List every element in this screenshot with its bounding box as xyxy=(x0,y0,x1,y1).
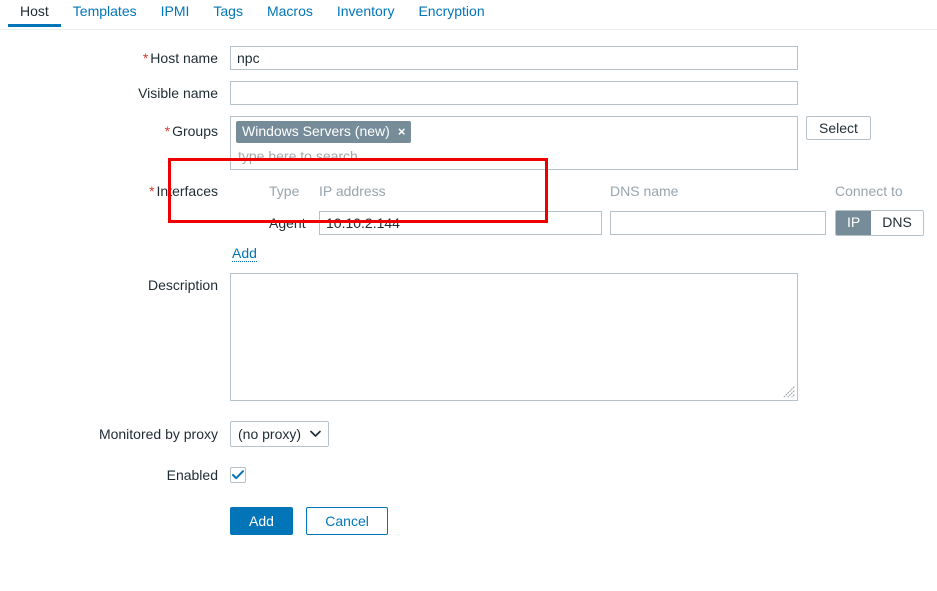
interface-ip-input[interactable] xyxy=(319,211,602,235)
host-name-label-text: Host name xyxy=(150,50,218,66)
monitored-by-proxy-label: Monitored by proxy xyxy=(98,426,218,442)
groups-search-placeholder[interactable]: type here to search xyxy=(236,143,792,166)
host-name-input[interactable] xyxy=(230,46,798,70)
row-groups: * Groups Windows Servers (new) × type her… xyxy=(0,116,937,170)
groups-select-button[interactable]: Select xyxy=(806,116,871,140)
host-configuration-form: *Host name Visible name *Groups Windows … xyxy=(0,30,937,535)
column-header-dns-name: DNS name xyxy=(610,183,679,199)
tab-macros[interactable]: Macros xyxy=(255,0,325,27)
tab-ipmi[interactable]: IPMI xyxy=(149,0,202,27)
interface-dns-input[interactable] xyxy=(610,211,826,235)
row-description: Description xyxy=(0,273,937,404)
tab-tags[interactable]: Tags xyxy=(201,0,255,27)
groups-label-text: Groups xyxy=(172,123,218,139)
host-name-label: * Host name xyxy=(0,46,230,70)
column-header-type: Type xyxy=(269,183,300,199)
row-form-actions: Add Cancel xyxy=(0,507,937,535)
row-monitored-by-proxy: Monitored by proxy (no proxy) xyxy=(0,421,937,447)
groups-multiselect[interactable]: Windows Servers (new) × type here to sea… xyxy=(230,116,798,170)
interface-row: Agent IP DNS xyxy=(230,210,937,236)
chip-remove-icon[interactable]: × xyxy=(398,125,406,138)
interface-type-label: Agent xyxy=(269,215,306,231)
required-asterisk-icon: * xyxy=(149,183,155,199)
interfaces-label: * Interfaces xyxy=(0,179,230,203)
connect-to-option-ip[interactable]: IP xyxy=(836,211,872,235)
group-chip[interactable]: Windows Servers (new) × xyxy=(236,121,412,143)
monitored-by-proxy-select[interactable]: (no proxy) xyxy=(230,421,329,447)
groups-multiselect-wrapper: Windows Servers (new) × type here to sea… xyxy=(230,116,937,170)
group-chip-label: Windows Servers (new) xyxy=(242,123,390,139)
interfaces-label-text: Interfaces xyxy=(156,183,218,199)
enabled-checkbox[interactable] xyxy=(230,467,246,483)
description-textarea[interactable] xyxy=(230,273,798,401)
tab-inventory[interactable]: Inventory xyxy=(325,0,407,27)
column-header-connect-to: Connect to xyxy=(835,183,903,199)
row-visible-name: Visible name xyxy=(0,81,937,105)
visible-name-input[interactable] xyxy=(230,81,798,105)
tab-encryption[interactable]: Encryption xyxy=(406,0,496,27)
connect-to-toggle[interactable]: IP DNS xyxy=(835,210,924,236)
required-asterisk-icon: * xyxy=(142,50,149,66)
groups-label: * Groups xyxy=(0,116,230,146)
row-enabled: Enabled xyxy=(0,463,937,487)
connect-to-option-dns[interactable]: DNS xyxy=(871,211,923,235)
column-header-ip-address: IP address xyxy=(319,183,386,199)
tab-host[interactable]: Host xyxy=(8,0,61,27)
tab-templates[interactable]: Templates xyxy=(61,0,149,27)
description-label: Description xyxy=(147,277,218,293)
checkmark-icon xyxy=(232,470,244,480)
required-asterisk-icon: * xyxy=(164,123,171,139)
interfaces-column-headers: Type IP address DNS name Connect to xyxy=(230,179,937,203)
submit-add-button[interactable]: Add xyxy=(230,507,293,535)
proxy-select-wrapper: (no proxy) xyxy=(230,421,329,447)
row-host-name: * Host name xyxy=(0,46,937,70)
tab-bar: Host Templates IPMI Tags Macros Inventor… xyxy=(0,0,937,30)
add-interface-link[interactable]: Add xyxy=(232,245,257,262)
enabled-label: Enabled xyxy=(166,467,218,483)
description-wrapper xyxy=(230,273,798,401)
visible-name-label: Visible name xyxy=(138,85,218,101)
row-interfaces: * Interfaces Type IP address DNS name Con… xyxy=(0,179,937,262)
cancel-button[interactable]: Cancel xyxy=(306,507,388,535)
